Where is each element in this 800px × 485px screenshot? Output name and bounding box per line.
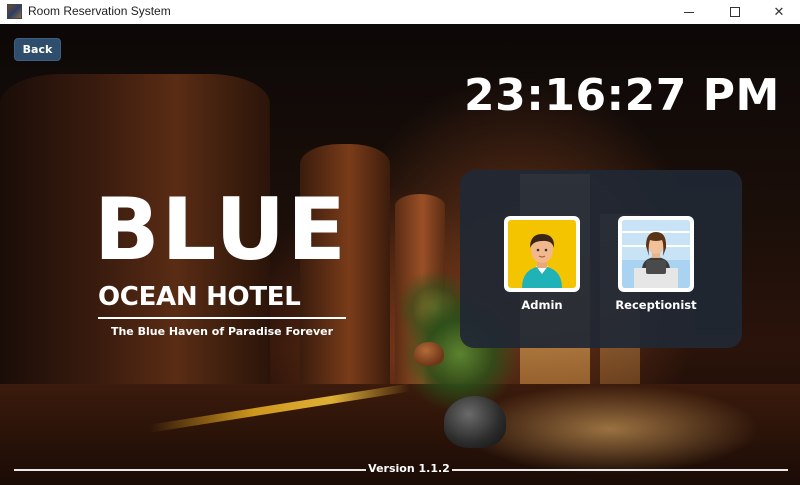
window-title: Room Reservation System [28,4,171,18]
role-selection-panel: Admin Receptionist [460,170,742,348]
plant-pot [414,342,444,366]
clock-display: 23:16:27 PM [464,70,780,121]
app-icon [7,4,22,19]
receptionist-role-label: Receptionist [615,298,697,312]
maximize-icon [730,7,740,17]
maximize-button[interactable] [712,0,758,24]
footer-divider-right [452,469,788,471]
plant-pot [444,396,506,448]
minimize-button[interactable] [666,0,712,24]
admin-avatar-icon [508,220,576,288]
back-button[interactable]: Back [14,38,61,61]
footer-divider-left [14,469,366,471]
branding-divider [98,317,346,319]
version-label: Version 1.1.2 [368,462,450,475]
admin-role-label: Admin [521,298,563,312]
admin-role-button[interactable] [504,216,580,292]
close-icon: ✕ [773,4,785,20]
close-button[interactable]: ✕ [758,0,800,24]
hotel-title: BLUE [94,180,348,280]
receptionist-avatar-icon [622,220,690,288]
receptionist-role-button[interactable] [618,216,694,292]
hotel-subtitle: OCEAN HOTEL [98,282,301,312]
hotel-tagline: The Blue Haven of Paradise Forever [110,325,334,338]
window-titlebar: Room Reservation System ✕ [0,0,800,24]
minimize-icon [684,11,694,13]
